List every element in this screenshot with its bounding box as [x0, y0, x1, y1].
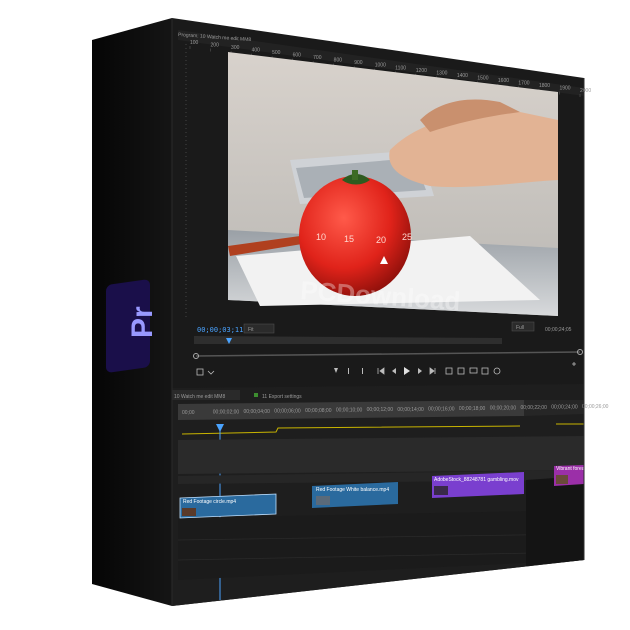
clip-1-name: Red Footage circle.mp4 [183, 499, 236, 505]
ruler-label: 1400 [457, 73, 468, 79]
timer-number: 25 [402, 232, 412, 242]
current-timecode: 00;00;03;11 [197, 326, 243, 334]
full-dropdown-label: Full [516, 325, 524, 331]
ruler-label: 800 [334, 58, 343, 64]
mark-in-icon [348, 368, 349, 374]
fit-dropdown[interactable]: Fit [243, 323, 275, 334]
ruler-label: 900 [354, 60, 363, 66]
ruler-label: 1700 [518, 80, 529, 86]
timeline-ruler-label: 00;00;12;00 [367, 407, 394, 413]
ruler-label: 1500 [477, 75, 488, 81]
clip-4-name: Vibrant foreal Mockup [556, 466, 605, 472]
timeline-ruler-label: 00;00;02;00 [213, 410, 240, 416]
timeline-ruler-label: 00;00 [182, 410, 195, 416]
software-box: Pr 100 200 300 400 500 600 700 800 900 1000 1100 12… [92, 18, 609, 606]
ruler-label: 2000 [580, 88, 591, 94]
ruler-label: 400 [252, 48, 261, 54]
timeline-ruler-label: 00;00;24;00 [551, 404, 578, 410]
timeline-ruler-label: 00;00;26;00 [582, 404, 609, 410]
ruler-label: 700 [313, 55, 322, 61]
tab-export-settings[interactable]: 11 Export settings [262, 394, 302, 400]
timer-number: 15 [344, 234, 354, 244]
ruler-label: 1300 [436, 70, 447, 76]
tab-watch-me-edit[interactable]: 10 Watch me edit MM8 [174, 394, 225, 400]
mark-out-icon [362, 368, 363, 374]
timeline-ruler-label: 00;00;16;00 [428, 406, 455, 412]
ruler-label: 300 [231, 45, 240, 51]
clip-3-name: AdobeStock_88248781 gambling.mov [434, 477, 519, 483]
duration-timecode: 00;00;24;05 [545, 327, 572, 333]
program-video-frame: 10 15 20 25 PCDownload [228, 52, 558, 316]
timeline-ruler-label: 00;00;06;00 [274, 409, 301, 415]
ruler-label: 1200 [416, 68, 427, 74]
logo-text: Pr [126, 306, 159, 338]
ruler-label: 600 [293, 53, 302, 59]
clip-2[interactable]: Red Footage White balance.mp4 [312, 482, 398, 508]
ruler-label: 500 [272, 50, 281, 56]
timeline-ruler-label: 00;00;14;00 [397, 407, 424, 413]
ruler-label: 1800 [539, 83, 550, 89]
timer-number: 10 [316, 232, 326, 242]
clip-1[interactable]: Red Footage circle.mp4 [179, 493, 277, 519]
clip-2-name: Red Footage White balance.mp4 [316, 487, 389, 493]
full-dropdown[interactable]: Full [511, 321, 535, 332]
fit-dropdown-label: Fit [248, 327, 254, 333]
timeline-ruler-label: 00;00;10;00 [336, 408, 363, 414]
timeline-ruler-label: 00;00;20;00 [490, 405, 517, 411]
timeline-ruler-label: 00;00;18;00 [459, 406, 486, 412]
ruler-label: 1900 [559, 85, 570, 91]
timer-number: 20 [376, 235, 386, 245]
ruler-label: 1600 [498, 78, 509, 84]
clip-4[interactable]: Vibrant foreal Mockup [554, 465, 605, 486]
timeline-ruler-label: 00;00;08;00 [305, 408, 332, 414]
clip-3[interactable]: AdobeStock_88248781 gambling.mov [432, 472, 524, 498]
ruler-label: 100 [190, 40, 199, 46]
timeline-ruler-label: 00;00;22;00 [520, 405, 547, 411]
ruler-label: 1100 [395, 65, 406, 71]
ruler-label: 200 [211, 43, 220, 49]
ruler-label: 1000 [375, 63, 386, 69]
timeline-ruler-label: 00;00;04;00 [244, 409, 271, 415]
